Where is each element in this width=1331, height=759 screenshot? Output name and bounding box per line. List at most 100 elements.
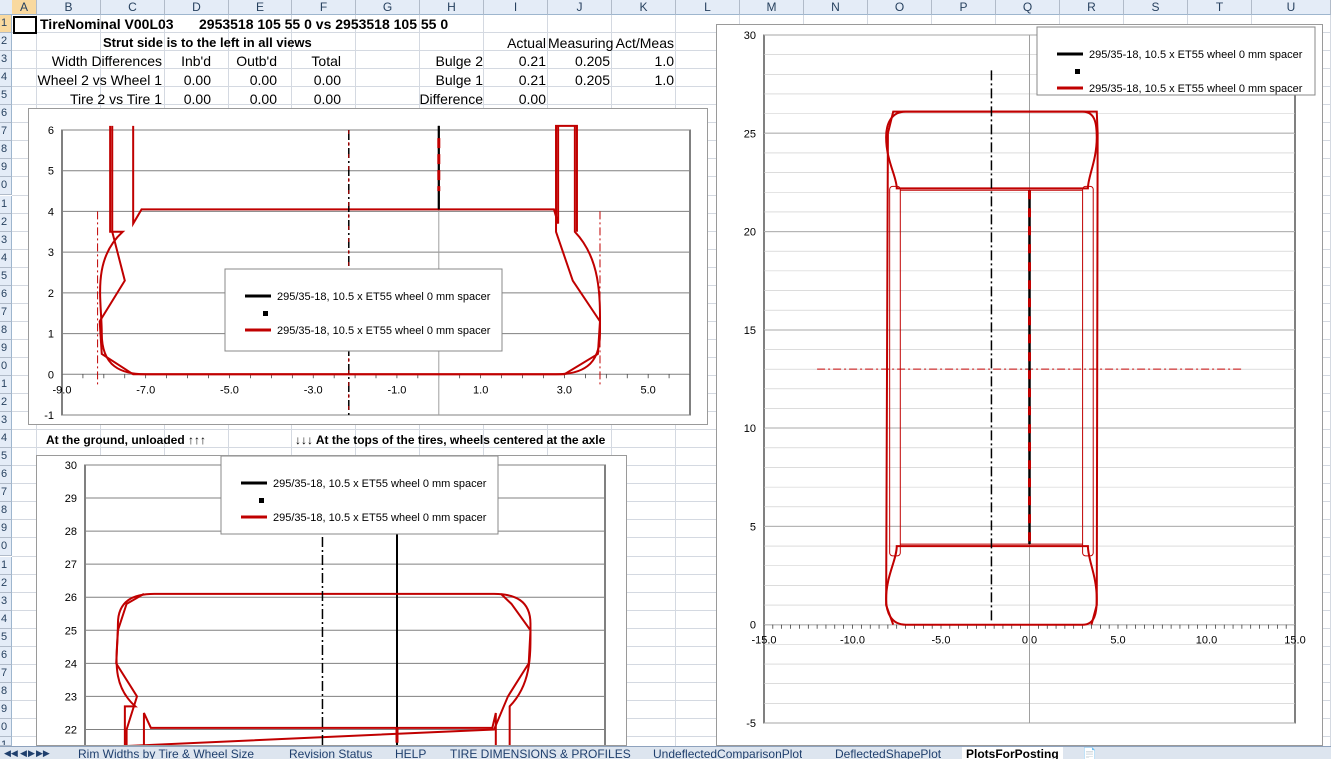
- row-header[interactable]: 0: [0, 177, 12, 196]
- width-differences-heading: Width Differences: [51, 53, 162, 69]
- legend-label-2: 295/35-18, 10.5 x ET55 wheel 0 mm spacer: [277, 325, 491, 337]
- column-header[interactable]: I: [484, 0, 548, 15]
- column-header[interactable]: F: [292, 0, 356, 15]
- row-header[interactable]: 9: [0, 700, 12, 719]
- legend-label-2: 295/35-18, 10.5 x ET55 wheel 0 mm spacer: [1089, 83, 1303, 95]
- first-sheet-icon[interactable]: ◀◀: [4, 748, 18, 759]
- column-header[interactable]: O: [868, 0, 932, 15]
- y-tick-label: 3: [48, 247, 54, 259]
- column-header[interactable]: D: [165, 0, 229, 15]
- tab-revision-status[interactable]: Revision Status: [289, 747, 372, 759]
- tab-tire-dimensions[interactable]: TIRE DIMENSIONS & PROFILES: [450, 747, 631, 759]
- row-header[interactable]: 8: [0, 141, 12, 160]
- row-header[interactable]: 3: [0, 51, 12, 70]
- row-header[interactable]: 6: [0, 105, 12, 124]
- row-header[interactable]: 7: [0, 303, 12, 322]
- row-header[interactable]: 1: [0, 737, 12, 746]
- outbd-header: Outb'd: [236, 53, 277, 69]
- row-header[interactable]: 1: [0, 195, 12, 214]
- width-row-inbd: 0.00: [183, 72, 211, 88]
- row-header[interactable]: 7: [0, 484, 12, 503]
- row-header[interactable]: 5: [0, 628, 12, 647]
- row-header[interactable]: 9: [0, 339, 12, 358]
- row-header[interactable]: 1: [0, 556, 12, 575]
- column-header[interactable]: B: [37, 0, 101, 15]
- bulge-actual: 0.21: [518, 72, 546, 88]
- column-header[interactable]: R: [1060, 0, 1124, 15]
- difference-label: Difference: [419, 91, 483, 107]
- column-header[interactable]: T: [1188, 0, 1252, 15]
- column-header[interactable]: S: [1124, 0, 1188, 15]
- column-header[interactable]: J: [548, 0, 612, 15]
- width-row-outbd: 0.00: [249, 91, 277, 107]
- top-profile-chart[interactable]: 22 23 24 25 26 27 28 29 30 295/35-18, 10.5 x ET55…: [36, 455, 627, 748]
- row-header[interactable]: 9: [0, 159, 12, 178]
- row-header[interactable]: 0: [0, 718, 12, 737]
- row-header[interactable]: 0: [0, 538, 12, 557]
- width-row-total: 0.00: [313, 91, 341, 107]
- row-header[interactable]: 9: [0, 520, 12, 539]
- y-tick-label: 26: [65, 592, 77, 604]
- x-tick-label: 3.0: [557, 384, 572, 396]
- x-tick-label: -5.0: [220, 384, 239, 396]
- row-header[interactable]: 2: [0, 574, 12, 593]
- row-header[interactable]: 4: [0, 430, 12, 449]
- ground-profile-chart[interactable]: -1 0 1 2 3 4 5 6 -9.0 -7.0 -5.0 -3.0 -1.0 1.0 3.0 5.0 29…: [28, 108, 708, 425]
- row-header[interactable]: 6: [0, 466, 12, 485]
- column-header[interactable]: A: [12, 0, 37, 15]
- column-header[interactable]: Q: [996, 0, 1060, 15]
- tab-help[interactable]: HELP: [395, 747, 426, 759]
- row-header[interactable]: 3: [0, 592, 12, 611]
- row-header[interactable]: 8: [0, 502, 12, 521]
- row-header[interactable]: 1: [0, 15, 12, 34]
- row-header[interactable]: 7: [0, 123, 12, 142]
- last-sheet-icon[interactable]: ▶▶: [36, 748, 50, 759]
- column-header[interactable]: N: [804, 0, 868, 15]
- next-sheet-icon[interactable]: ▶: [28, 748, 35, 759]
- row-header[interactable]: 5: [0, 448, 12, 467]
- row-header[interactable]: 3: [0, 412, 12, 431]
- column-header[interactable]: G: [356, 0, 420, 15]
- tab-rim-widths[interactable]: Rim Widths by Tire & Wheel Size: [78, 747, 254, 759]
- column-header[interactable]: U: [1252, 0, 1331, 15]
- column-header[interactable]: H: [420, 0, 484, 15]
- x-tick-label: -7.0: [136, 384, 155, 396]
- sheet-title: TireNominal V00L03: [40, 16, 174, 32]
- row-header[interactable]: 6: [0, 285, 12, 304]
- row-header[interactable]: 3: [0, 231, 12, 250]
- row-header[interactable]: 0: [0, 357, 12, 376]
- row-header[interactable]: 4: [0, 249, 12, 268]
- y-tick-label: 30: [744, 30, 756, 42]
- row-header[interactable]: 4: [0, 69, 12, 88]
- y-tick-label: 25: [65, 625, 77, 637]
- tab-plots-for-posting[interactable]: PlotsForPosting: [962, 747, 1063, 759]
- column-header[interactable]: M: [740, 0, 804, 15]
- column-header[interactable]: E: [229, 0, 292, 15]
- column-header[interactable]: K: [612, 0, 676, 15]
- x-tick-label: 5.0: [640, 384, 655, 396]
- row-header[interactable]: 2: [0, 394, 12, 413]
- y-tick-label: 5: [750, 521, 756, 533]
- insert-sheet-icon[interactable]: 📄: [1082, 747, 1097, 759]
- column-header[interactable]: L: [676, 0, 740, 15]
- row-header[interactable]: 8: [0, 321, 12, 340]
- side-view-chart[interactable]: -5 0 5 10 15 20 25 30 -15.0 -10.0 -5.0 0.0 5.0 10.0 15…: [716, 24, 1323, 746]
- tab-deflected[interactable]: DeflectedShapePlot: [835, 747, 941, 759]
- column-header[interactable]: C: [101, 0, 165, 15]
- row-header[interactable]: 5: [0, 267, 12, 286]
- active-cell[interactable]: [13, 16, 37, 34]
- bulge-label: Bulge 2: [435, 53, 483, 69]
- caption-tops: ↓↓↓ At the tops of the tires, wheels cen…: [295, 433, 606, 447]
- row-header[interactable]: 2: [0, 33, 12, 52]
- row-header[interactable]: 4: [0, 610, 12, 629]
- row-header[interactable]: 1: [0, 376, 12, 395]
- y-tick-label: 25: [744, 128, 756, 140]
- prev-sheet-icon[interactable]: ◀: [20, 748, 27, 759]
- tab-undeflected[interactable]: UndeflectedComparisonPlot: [653, 747, 802, 759]
- row-header[interactable]: 8: [0, 682, 12, 701]
- row-header[interactable]: 7: [0, 664, 12, 683]
- row-header[interactable]: 5: [0, 87, 12, 106]
- row-header[interactable]: 6: [0, 646, 12, 665]
- row-header[interactable]: 2: [0, 213, 12, 232]
- column-header[interactable]: P: [932, 0, 996, 15]
